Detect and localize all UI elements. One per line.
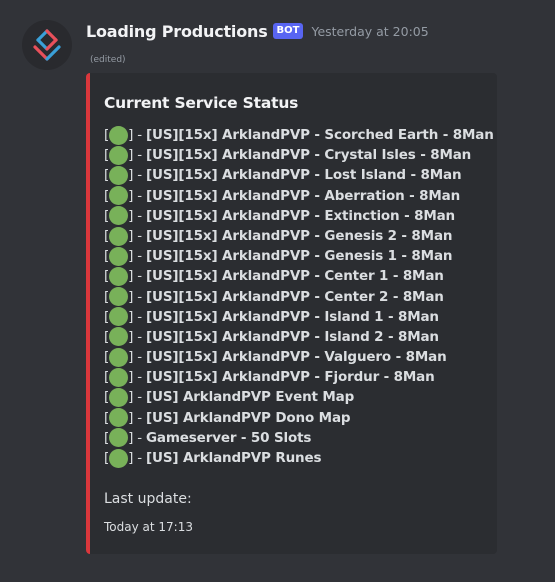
server-name: [US] ArklandPVP Dono Map bbox=[145, 409, 351, 426]
bracket-close: ] bbox=[128, 147, 134, 164]
status-online-icon bbox=[109, 367, 129, 387]
server-name: [US][15x] ArklandPVP - Extinction - 8Man bbox=[145, 207, 456, 224]
author-name[interactable]: Loading Productions bbox=[86, 22, 268, 41]
server-name: [US][15x] ArklandPVP - Center 1 - 8Man bbox=[145, 268, 444, 285]
status-online-icon bbox=[109, 388, 129, 408]
status-online-icon bbox=[109, 226, 129, 246]
status-online-icon bbox=[109, 206, 129, 226]
server-name: [US][15x] ArklandPVP - Genesis 2 - 8Man bbox=[145, 227, 453, 244]
bracket-close: ] bbox=[128, 429, 134, 446]
status-online-icon bbox=[109, 145, 129, 165]
status-online-icon bbox=[109, 307, 129, 327]
server-name: [US] ArklandPVP Runes bbox=[145, 450, 322, 466]
separator: - bbox=[137, 389, 142, 406]
separator: - bbox=[137, 127, 142, 143]
status-online-icon bbox=[109, 125, 129, 145]
status-online-icon bbox=[109, 327, 129, 347]
server-row: [] - [US][15x] ArklandPVP - Island 1 - 8Ma… bbox=[104, 307, 494, 327]
bracket-close: ] bbox=[128, 308, 134, 325]
server-row: [] - [US][15x] ArklandPVP - Lost Island - … bbox=[104, 165, 494, 185]
status-online-icon bbox=[109, 428, 129, 448]
bracket-close: ] bbox=[128, 248, 134, 265]
server-row: [] - [US] ArklandPVP Event Map bbox=[104, 387, 494, 408]
bracket-close: ] bbox=[128, 207, 134, 224]
status-online-icon bbox=[109, 287, 129, 307]
server-name: [US] ArklandPVP Event Map bbox=[145, 389, 355, 406]
separator: - bbox=[137, 187, 142, 204]
server-row: [] - [US][15x] ArklandPVP - Island 2 - 8Ma… bbox=[104, 327, 494, 347]
separator: - bbox=[137, 409, 142, 426]
bracket-close: ] bbox=[128, 167, 134, 184]
server-name: [US][15x] ArklandPVP - Aberration - 8Man bbox=[145, 187, 461, 204]
bracket-close: ] bbox=[128, 288, 134, 305]
server-row: [] - [US][15x] ArklandPVP - Crystal Isles … bbox=[104, 145, 494, 165]
bracket-close: ] bbox=[128, 227, 134, 244]
embed-title: Current Service Status bbox=[104, 94, 299, 112]
separator: - bbox=[137, 288, 142, 305]
bracket-close: ] bbox=[128, 328, 134, 345]
server-row: [] - [US] ArklandPVP Runes bbox=[104, 448, 494, 468]
bracket-close: ] bbox=[128, 369, 134, 386]
separator: - bbox=[137, 207, 142, 224]
chat-message: Loading Productions BOT Yesterday at 20:… bbox=[0, 0, 555, 582]
server-name: [US][15x] ArklandPVP - Crystal Isles - 8… bbox=[145, 147, 472, 164]
server-name: [US][15x] ArklandPVP - Island 1 - 8Man bbox=[145, 308, 439, 325]
server-name: Gameserver - 50 Slots bbox=[145, 429, 312, 446]
server-name: [US][15x] ArklandPVP - Lost Island - 8Ma… bbox=[145, 167, 462, 184]
separator: - bbox=[137, 349, 142, 366]
message-header: Loading Productions BOT Yesterday at 20:… bbox=[86, 22, 429, 41]
separator: - bbox=[137, 328, 142, 345]
separator: - bbox=[137, 248, 142, 265]
server-row: [] - [US][15x] ArklandPVP - Center 2 - 8Ma… bbox=[104, 287, 494, 307]
status-online-icon bbox=[109, 186, 129, 206]
server-name: [US][15x] ArklandPVP - Valguero - 8Man bbox=[145, 349, 447, 366]
author-avatar[interactable] bbox=[22, 20, 72, 70]
separator: - bbox=[137, 308, 142, 325]
status-online-icon bbox=[109, 448, 129, 468]
status-online-icon bbox=[109, 408, 129, 428]
separator: - bbox=[137, 167, 142, 184]
server-row: [] - [US][15x] ArklandPVP - Aberration - 8… bbox=[104, 186, 494, 206]
bracket-close: ] bbox=[128, 127, 134, 143]
bracket-close: ] bbox=[128, 187, 134, 204]
bracket-close: ] bbox=[128, 389, 134, 406]
status-online-icon bbox=[109, 165, 129, 185]
server-row: [] - [US][15x] ArklandPVP - Valguero - 8Ma… bbox=[104, 347, 494, 367]
server-name: [US][15x] ArklandPVP - Fjordur - 8Man bbox=[145, 369, 435, 386]
separator: - bbox=[137, 268, 142, 285]
separator: - bbox=[137, 450, 142, 466]
server-row: [] - [US][15x] ArklandPVP - Center 1 - 8Ma… bbox=[104, 266, 494, 286]
edited-label: (edited) bbox=[90, 55, 126, 65]
server-name: [US][15x] ArklandPVP - Island 2 - 8Man bbox=[145, 328, 439, 345]
status-embed: Current Service Status [] - [US][15x] Arkl… bbox=[86, 73, 497, 554]
bracket-close: ] bbox=[128, 450, 134, 466]
server-row: [] - [US][15x] ArklandPVP - Fjordur - 8Man bbox=[104, 367, 494, 387]
status-online-icon bbox=[109, 266, 129, 286]
status-online-icon bbox=[109, 347, 129, 367]
server-status-list: [] - [US][15x] ArklandPVP - Scorched Earth… bbox=[104, 125, 494, 468]
server-name: [US][15x] ArklandPVP - Scorched Earth - … bbox=[145, 127, 494, 143]
separator: - bbox=[137, 147, 142, 164]
server-name: [US][15x] ArklandPVP - Genesis 1 - 8Man bbox=[145, 248, 453, 265]
server-row: [] - [US][15x] ArklandPVP - Extinction - 8… bbox=[104, 206, 494, 226]
separator: - bbox=[137, 227, 142, 244]
bracket-close: ] bbox=[128, 409, 134, 426]
separator: - bbox=[137, 369, 142, 386]
server-row: [] - [US][15x] ArklandPVP - Genesis 1 - 8M… bbox=[104, 246, 494, 266]
message-timestamp[interactable]: Yesterday at 20:05 bbox=[311, 24, 428, 39]
last-update-time: Today at 17:13 bbox=[104, 520, 193, 534]
status-online-icon bbox=[109, 246, 129, 266]
server-name: [US][15x] ArklandPVP - Center 2 - 8Man bbox=[145, 288, 444, 305]
server-row: [] - [US] ArklandPVP Dono Map bbox=[104, 408, 494, 428]
server-row: [] - [US][15x] ArklandPVP - Genesis 2 - 8M… bbox=[104, 226, 494, 246]
bracket-close: ] bbox=[128, 268, 134, 285]
last-update-label: Last update: bbox=[104, 491, 192, 507]
server-row: [] - [US][15x] ArklandPVP - Scorched Earth… bbox=[104, 125, 494, 145]
shield-logo-icon bbox=[33, 29, 61, 61]
server-row: [] - Gameserver - 50 Slots bbox=[104, 428, 494, 448]
bracket-close: ] bbox=[128, 349, 134, 366]
bot-tag: BOT bbox=[272, 22, 304, 39]
separator: - bbox=[137, 429, 142, 446]
